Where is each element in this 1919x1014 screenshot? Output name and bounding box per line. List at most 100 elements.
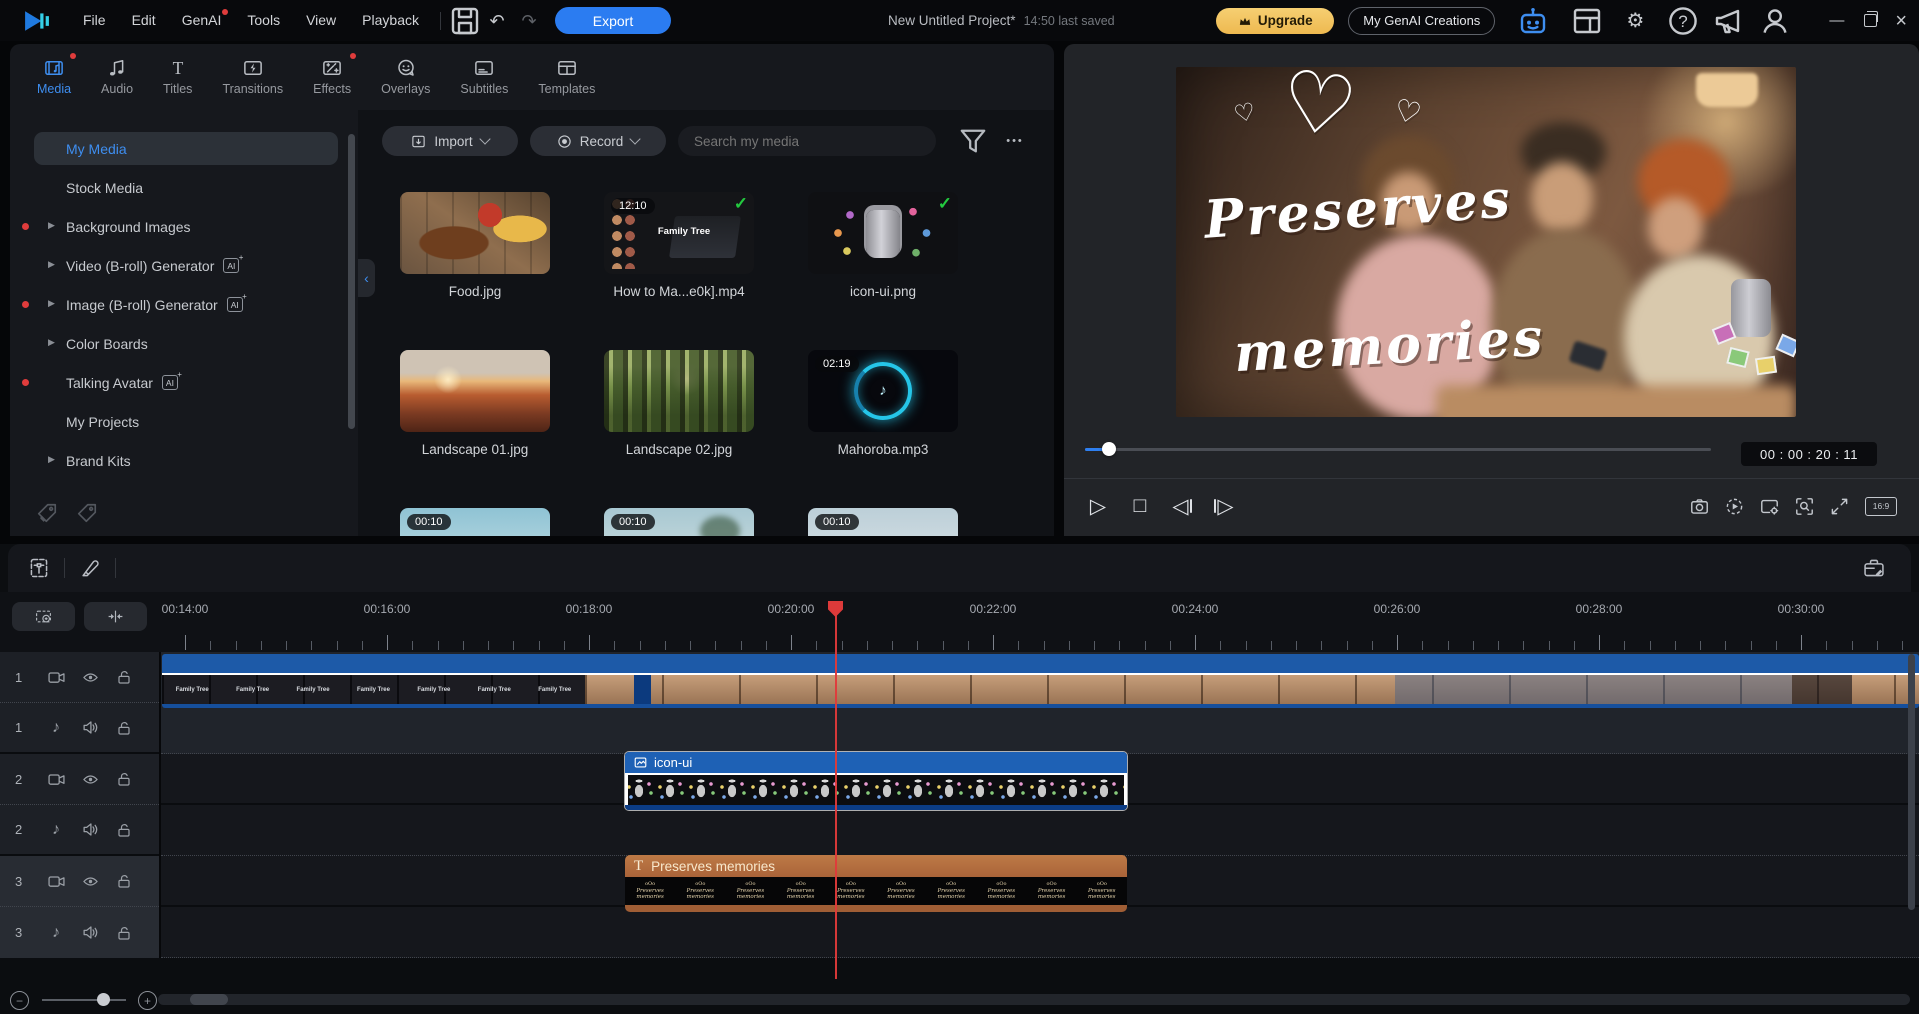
track-lane-video-1[interactable] [161,907,1919,958]
sidebar-scrollbar[interactable] [348,134,355,429]
media-item[interactable]: 00:10 [808,508,958,536]
media-thumbnail-clip3[interactable]: 00:10 [808,508,958,536]
sidebar-item-my-media[interactable]: My Media [34,132,338,165]
sidebar-collapse-button[interactable]: ‹ [358,259,375,297]
timeline-ruler[interactable]: 00:14:0000:16:0000:18:0000:20:0000:22:00… [160,592,1919,652]
zoom-slider-handle[interactable] [97,993,110,1006]
menu-tools[interactable]: Tools [234,0,293,41]
lock-track-icon[interactable] [107,873,141,889]
snap-toggle-button[interactable] [84,602,147,631]
fullscreen-icon[interactable] [1830,497,1849,516]
import-button[interactable]: Import [382,126,518,156]
my-genai-creations-button[interactable]: My GenAI Creations [1348,7,1495,35]
toolbox-icon[interactable] [1863,557,1885,579]
tab-effects[interactable]: Effects [298,44,366,110]
expand-arrow-icon[interactable]: ▶ [48,220,55,231]
media-thumbnail-clip1[interactable]: 00:10 [400,508,550,536]
sidebar-item-image-b-roll-generator[interactable]: ▶Image (B-roll) GeneratorAI+ [34,288,338,321]
next-frame-button[interactable]: ▷ [1210,492,1238,520]
zoom-fit-icon[interactable] [1795,497,1814,516]
sidebar-item-video-b-roll-generator[interactable]: ▶Video (B-roll) GeneratorAI+ [34,249,338,282]
media-thumbnail-music[interactable]: ♪02:19 [808,350,958,432]
media-thumbnail-forest[interactable] [604,350,754,432]
sidebar-item-background-images[interactable]: ▶Background Images [34,210,338,243]
announcements-icon[interactable] [1713,5,1745,37]
tab-transitions[interactable]: Transitions [207,44,298,110]
playhead-line[interactable] [835,601,837,979]
timeline-zoom-slider[interactable] [42,999,126,1001]
undo-button[interactable]: ↶ [481,5,513,37]
save-icon[interactable] [449,5,481,37]
icon-ui-clip[interactable]: icon-ui [625,752,1127,810]
window-minimize-button[interactable]: — [1829,12,1844,29]
lock-track-icon[interactable] [107,925,141,941]
sidebar-item-stock-media[interactable]: Stock Media [34,171,338,204]
filter-icon[interactable] [958,126,988,156]
redo-button[interactable]: ↷ [513,5,545,37]
layout-icon[interactable] [1571,5,1603,37]
track-lane-video-3[interactable] [161,703,1919,754]
search-input[interactable] [692,133,922,150]
help-icon[interactable]: ? [1667,5,1699,37]
settings-gear-icon[interactable]: ⚙ [1619,5,1651,37]
menu-file[interactable]: File [70,0,119,41]
preview-seekbar[interactable] [1085,448,1711,451]
media-item[interactable]: Food.jpg [400,192,550,338]
toggle-mute-icon[interactable] [73,719,107,736]
menu-genai[interactable]: GenAI [169,0,235,41]
toggle-mute-icon[interactable] [73,924,107,941]
search-box[interactable] [678,126,936,156]
menu-edit[interactable]: Edit [119,0,169,41]
expand-arrow-icon[interactable]: ▶ [48,454,55,465]
media-item[interactable]: Family Tree12:10✓How to Ma...e0k].mp4 [604,192,754,338]
tab-overlays[interactable]: Overlays [366,44,445,110]
main-video-clip[interactable]: Family TreeFamily TreeFamily TreeFamily … [162,654,1919,708]
media-item[interactable]: ♪02:19Mahoroba.mp3 [808,350,958,496]
aspect-ratio-button[interactable]: 16:9 [1865,497,1897,516]
overlay-text-line2[interactable]: memories [1233,307,1547,384]
tab-titles[interactable]: TTitles [148,44,207,110]
zoom-in-button[interactable]: + [138,991,157,1010]
media-thumbnail-canyon[interactable] [400,350,550,432]
window-restore-button[interactable] [1864,14,1877,27]
keyframe-settings-icon[interactable] [28,557,50,579]
add-track-button[interactable] [12,602,75,631]
record-button[interactable]: Record [530,126,666,156]
lock-track-icon[interactable] [107,771,141,787]
razor-split-icon[interactable] [79,557,101,579]
stop-button[interactable]: □ [1126,492,1154,520]
media-item[interactable]: Landscape 01.jpg [400,350,550,496]
preview-quality-settings-icon[interactable] [1760,497,1779,516]
lock-track-icon[interactable] [107,720,141,736]
tab-subtitles[interactable]: Subtitles [445,44,523,110]
media-thumbnail-familytree[interactable]: Family Tree12:10✓ [604,192,754,274]
timeline-vertical-scrollbar[interactable] [1908,654,1915,910]
text-clip[interactable]: T Preserves memories oOoPreservesmemorie… [625,855,1127,912]
sidebar-item-my-projects[interactable]: My Projects [34,405,338,438]
sidebar-item-brand-kits[interactable]: ▶Brand Kits [34,444,338,477]
previous-frame-button[interactable]: ◁ [1168,492,1196,520]
play-button[interactable]: ▷ [1084,492,1112,520]
ai-copilot-icon[interactable] [1517,5,1549,37]
timeline-horizontal-scrollbar[interactable] [158,994,1910,1005]
lock-track-icon[interactable] [107,822,141,838]
upgrade-button[interactable]: Upgrade [1216,8,1334,34]
tag-icon[interactable] [76,502,98,524]
window-close-button[interactable]: × [1895,11,1907,31]
tab-templates[interactable]: Templates [523,44,610,110]
menu-view[interactable]: View [293,0,349,41]
expand-arrow-icon[interactable]: ▶ [48,259,55,270]
account-icon[interactable] [1759,5,1791,37]
overlay-text-line1[interactable]: Preserves [1202,168,1514,250]
toggle-visibility-icon[interactable] [73,873,107,890]
export-button[interactable]: Export [555,7,671,34]
toggle-mute-icon[interactable] [73,821,107,838]
media-thumbnail-food[interactable] [400,192,550,274]
sidebar-item-talking-avatar[interactable]: Talking AvatarAI+ [34,366,338,399]
snapshot-camera-icon[interactable] [1690,497,1709,516]
tab-audio[interactable]: Audio [86,44,148,110]
render-preview-icon[interactable] [1725,497,1744,516]
lock-track-icon[interactable] [107,669,141,685]
expand-arrow-icon[interactable]: ▶ [48,337,55,348]
track-lane-video-2[interactable] [161,805,1919,856]
